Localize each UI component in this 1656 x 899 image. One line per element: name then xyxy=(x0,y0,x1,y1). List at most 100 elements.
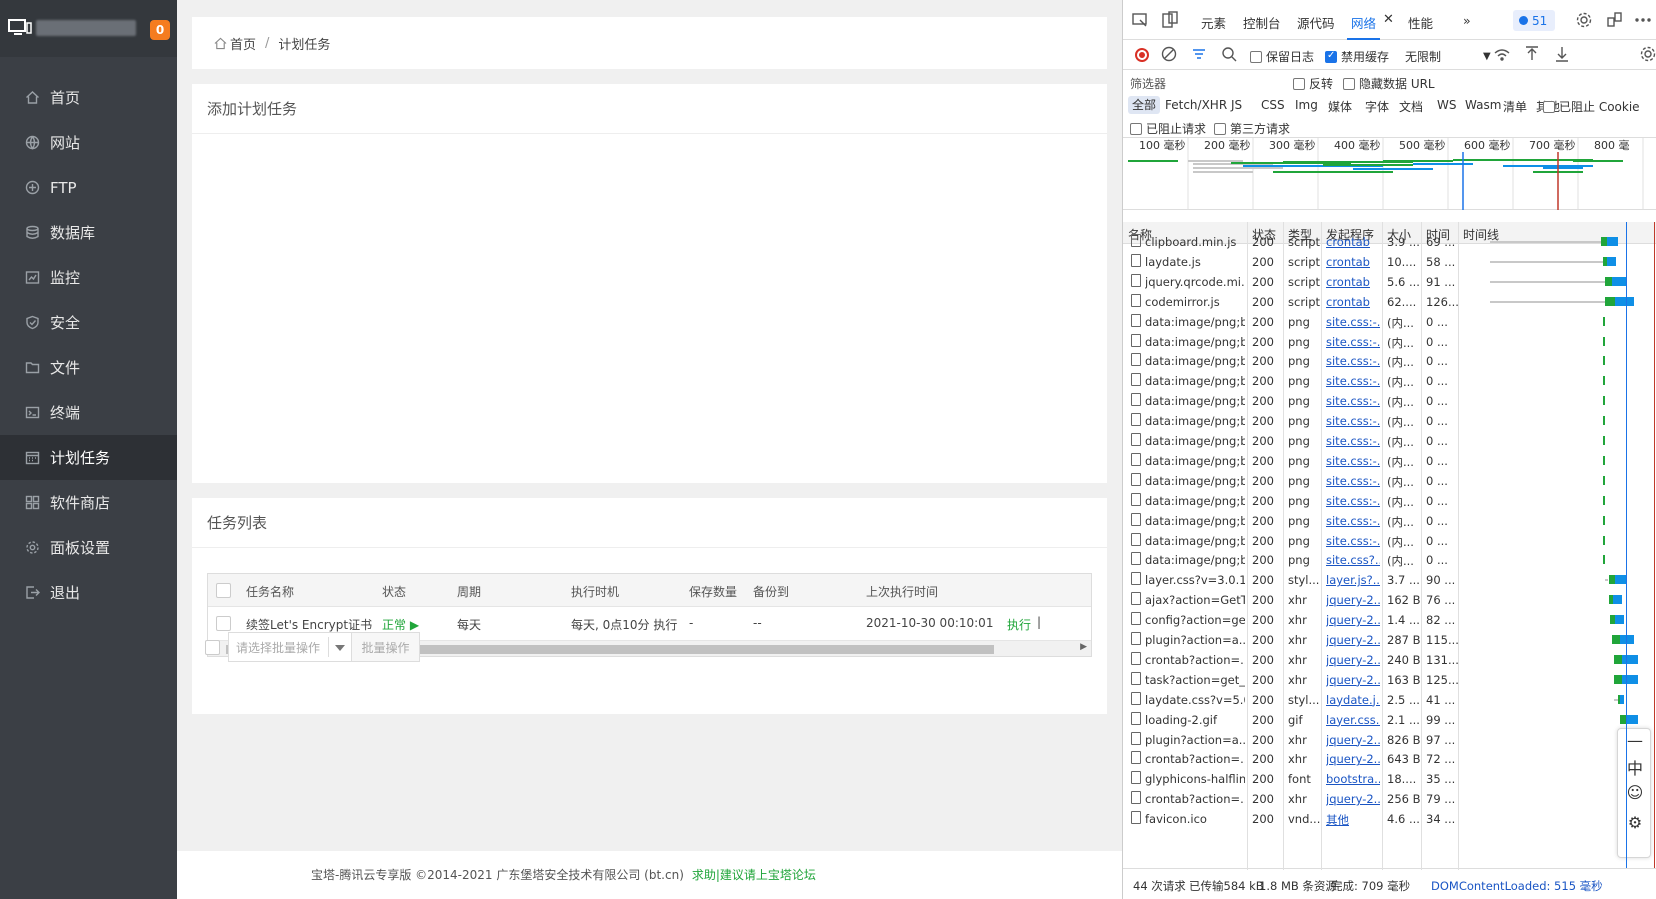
forum-link[interactable]: 求助|建议请上宝塔论坛 xyxy=(692,868,816,882)
device-toolbar-icon[interactable] xyxy=(1161,11,1179,29)
table-row[interactable]: data:image/png;b... 200 png site.css:-... (内… xyxy=(1123,312,1656,332)
request-initiator[interactable]: layer.js?... xyxy=(1326,573,1380,587)
request-initiator[interactable]: site.css:-... xyxy=(1326,315,1380,329)
table-row[interactable]: loading-2.gif 200 gif layer.css... 2.1 ... 99… xyxy=(1123,710,1656,730)
remote-devices-icon[interactable] xyxy=(1605,11,1623,29)
settings-icon[interactable] xyxy=(1575,11,1593,29)
type-filter-6[interactable]: 字体 xyxy=(1365,98,1389,115)
preserve-log-checkbox[interactable]: 保留日志 xyxy=(1250,48,1314,65)
scroll-right-icon[interactable]: ▶ xyxy=(1080,642,1087,652)
request-initiator[interactable]: site.css:-... xyxy=(1326,434,1380,448)
request-initiator[interactable]: site.css:-... xyxy=(1326,454,1380,468)
network-conditions-icon[interactable] xyxy=(1493,45,1511,63)
sidebar-item-monitor[interactable]: 监控 xyxy=(0,255,177,300)
batch-operation-button[interactable]: 批量操作 xyxy=(351,632,420,662)
ime-mode-toggle[interactable]: 中 xyxy=(1618,755,1652,779)
sidebar-item-globe[interactable]: 网站 xyxy=(0,120,177,165)
batch-operation-select[interactable]: 请选择批量操作 xyxy=(228,632,352,662)
table-row[interactable]: laydate.css?v=5.0.9 200 styl... laydate.j..… xyxy=(1123,690,1656,710)
col-timing[interactable]: 执行时机 xyxy=(571,583,619,600)
table-row[interactable]: crontab?action=... 200 xhr jquery-2.... 240 … xyxy=(1123,650,1656,670)
table-row[interactable]: plugin?action=a... 200 xhr jquery-2.... 287 … xyxy=(1123,630,1656,650)
col-period[interactable]: 周期 xyxy=(457,583,481,600)
filter-input[interactable]: 筛选器 xyxy=(1130,75,1166,92)
request-initiator[interactable]: crontab xyxy=(1326,255,1380,269)
throttle-select[interactable]: 无限制 ▼ xyxy=(1405,48,1491,65)
sidebar-item-home[interactable]: 首页 xyxy=(0,75,177,120)
type-filter-4[interactable]: Img xyxy=(1295,98,1318,112)
record-icon[interactable] xyxy=(1135,48,1149,62)
request-initiator[interactable]: site.css?... xyxy=(1326,553,1380,567)
sidebar-item-folder[interactable]: 文件 xyxy=(0,345,177,390)
ime-settings-icon[interactable]: ⚙ xyxy=(1618,813,1652,832)
table-row[interactable]: plugin?action=a... 200 xhr jquery-2.... 826 … xyxy=(1123,730,1656,750)
type-filter-8[interactable]: WS xyxy=(1437,98,1456,112)
table-row[interactable]: ajax?action=GetT... 200 xhr jquery-2.... 162… xyxy=(1123,590,1656,610)
type-filter-3[interactable]: CSS xyxy=(1261,98,1285,112)
notification-badge[interactable]: 0 xyxy=(150,20,170,40)
col-last-run[interactable]: 上次执行时间 xyxy=(866,583,938,600)
request-initiator[interactable]: site.css:-... xyxy=(1326,474,1380,488)
emoji-icon[interactable]: ☺ xyxy=(1618,783,1652,802)
sidebar-item-gear[interactable]: 面板设置 xyxy=(0,525,177,570)
table-row[interactable]: data:image/png;b... 200 png site.css:-... (内… xyxy=(1123,431,1656,451)
request-initiator[interactable]: jquery-2.... xyxy=(1326,613,1380,627)
request-initiator[interactable]: site.css:-... xyxy=(1326,534,1380,548)
table-row[interactable]: layer.css?v=3.0.11... 200 styl... layer.js?… xyxy=(1123,570,1656,590)
row-checkbox[interactable] xyxy=(216,616,231,631)
import-har-icon[interactable] xyxy=(1523,45,1541,63)
network-overview[interactable]: 100 毫秒 200 毫秒 300 毫秒 400 毫秒 500 毫秒 600 毫秒 700 … xyxy=(1123,138,1656,210)
type-filter-0[interactable]: 全部 xyxy=(1128,96,1161,114)
request-initiator[interactable]: jquery-2.... xyxy=(1326,633,1380,647)
request-initiator[interactable]: crontab xyxy=(1326,275,1380,289)
request-initiator[interactable]: crontab xyxy=(1326,295,1380,309)
table-row[interactable]: favicon.ico 200 vnd... 其他 4.6 ... 34 ... xyxy=(1123,809,1656,829)
type-filter-10[interactable]: 清单 xyxy=(1503,98,1527,115)
request-initiator[interactable]: jquery-2.... xyxy=(1326,792,1380,806)
request-initiator[interactable]: 其他 xyxy=(1326,812,1380,828)
tab-elements[interactable]: 元素 xyxy=(1201,13,1226,32)
request-initiator[interactable]: site.css:-... xyxy=(1326,374,1380,388)
blocked-cookies-checkbox[interactable]: 已阻止 Cookie xyxy=(1543,98,1640,115)
request-initiator[interactable]: bootstra... xyxy=(1326,772,1380,786)
more-options-icon[interactable] xyxy=(1634,11,1652,29)
issues-counter[interactable]: 51 xyxy=(1513,10,1555,31)
sidebar-item-ftp[interactable]: FTP xyxy=(0,165,177,210)
table-row[interactable]: config?action=ge... 200 xhr jquery-2.... 1.4… xyxy=(1123,610,1656,630)
filter-icon[interactable] xyxy=(1190,45,1208,63)
request-initiator[interactable]: layer.css... xyxy=(1326,713,1380,727)
batch-select-checkbox[interactable] xyxy=(205,640,220,655)
status-badge[interactable]: 正常 ▶ xyxy=(382,616,419,633)
request-initiator[interactable]: site.css:-... xyxy=(1326,394,1380,408)
disable-cache-checkbox[interactable]: 禁用缓存 xyxy=(1325,48,1389,65)
table-row[interactable]: data:image/png;b... 200 png site.css:-... (内… xyxy=(1123,451,1656,471)
sidebar-item-logout[interactable]: 退出 xyxy=(0,570,177,615)
table-row[interactable]: data:image/png;b... 200 png site.css?... (内.… xyxy=(1123,550,1656,570)
tab-console[interactable]: 控制台 xyxy=(1243,13,1281,32)
column-divider[interactable] xyxy=(1421,222,1422,870)
hide-data-url-checkbox[interactable]: 隐藏数据 URL xyxy=(1343,75,1435,92)
invert-checkbox[interactable]: 反转 xyxy=(1293,75,1333,92)
table-row[interactable]: data:image/png;b... 200 png site.css:-... (内… xyxy=(1123,491,1656,511)
request-initiator[interactable]: site.css:-... xyxy=(1326,414,1380,428)
request-initiator[interactable]: site.css:-... xyxy=(1326,335,1380,349)
col-keep[interactable]: 保存数量 xyxy=(689,583,737,600)
sidebar-item-grid[interactable]: 软件商店 xyxy=(0,480,177,525)
table-row[interactable]: data:image/png;b... 200 png site.css:-... (内… xyxy=(1123,371,1656,391)
column-divider[interactable] xyxy=(1458,222,1459,870)
column-divider[interactable] xyxy=(1382,222,1383,870)
minimize-icon[interactable]: — xyxy=(1618,731,1652,750)
search-icon[interactable] xyxy=(1220,45,1238,63)
select-all-checkbox[interactable] xyxy=(216,583,231,598)
table-row[interactable]: clipboard.min.js 200 script crontab 3.9 ... 6… xyxy=(1123,232,1656,252)
request-initiator[interactable]: jquery-2.... xyxy=(1326,653,1380,667)
network-settings-icon[interactable] xyxy=(1639,45,1656,63)
sidebar-item-shield[interactable]: 安全 xyxy=(0,300,177,345)
table-row[interactable]: codemirror.js 200 script crontab 62.... 126..… xyxy=(1123,292,1656,312)
breadcrumb-home-link[interactable]: 首页 xyxy=(230,34,256,53)
column-divider[interactable] xyxy=(1321,222,1322,870)
type-filter-5[interactable]: 媒体 xyxy=(1328,98,1352,115)
col-backup[interactable]: 备份到 xyxy=(753,583,789,600)
tab-sources[interactable]: 源代码 xyxy=(1297,13,1335,32)
clear-icon[interactable] xyxy=(1160,45,1178,63)
